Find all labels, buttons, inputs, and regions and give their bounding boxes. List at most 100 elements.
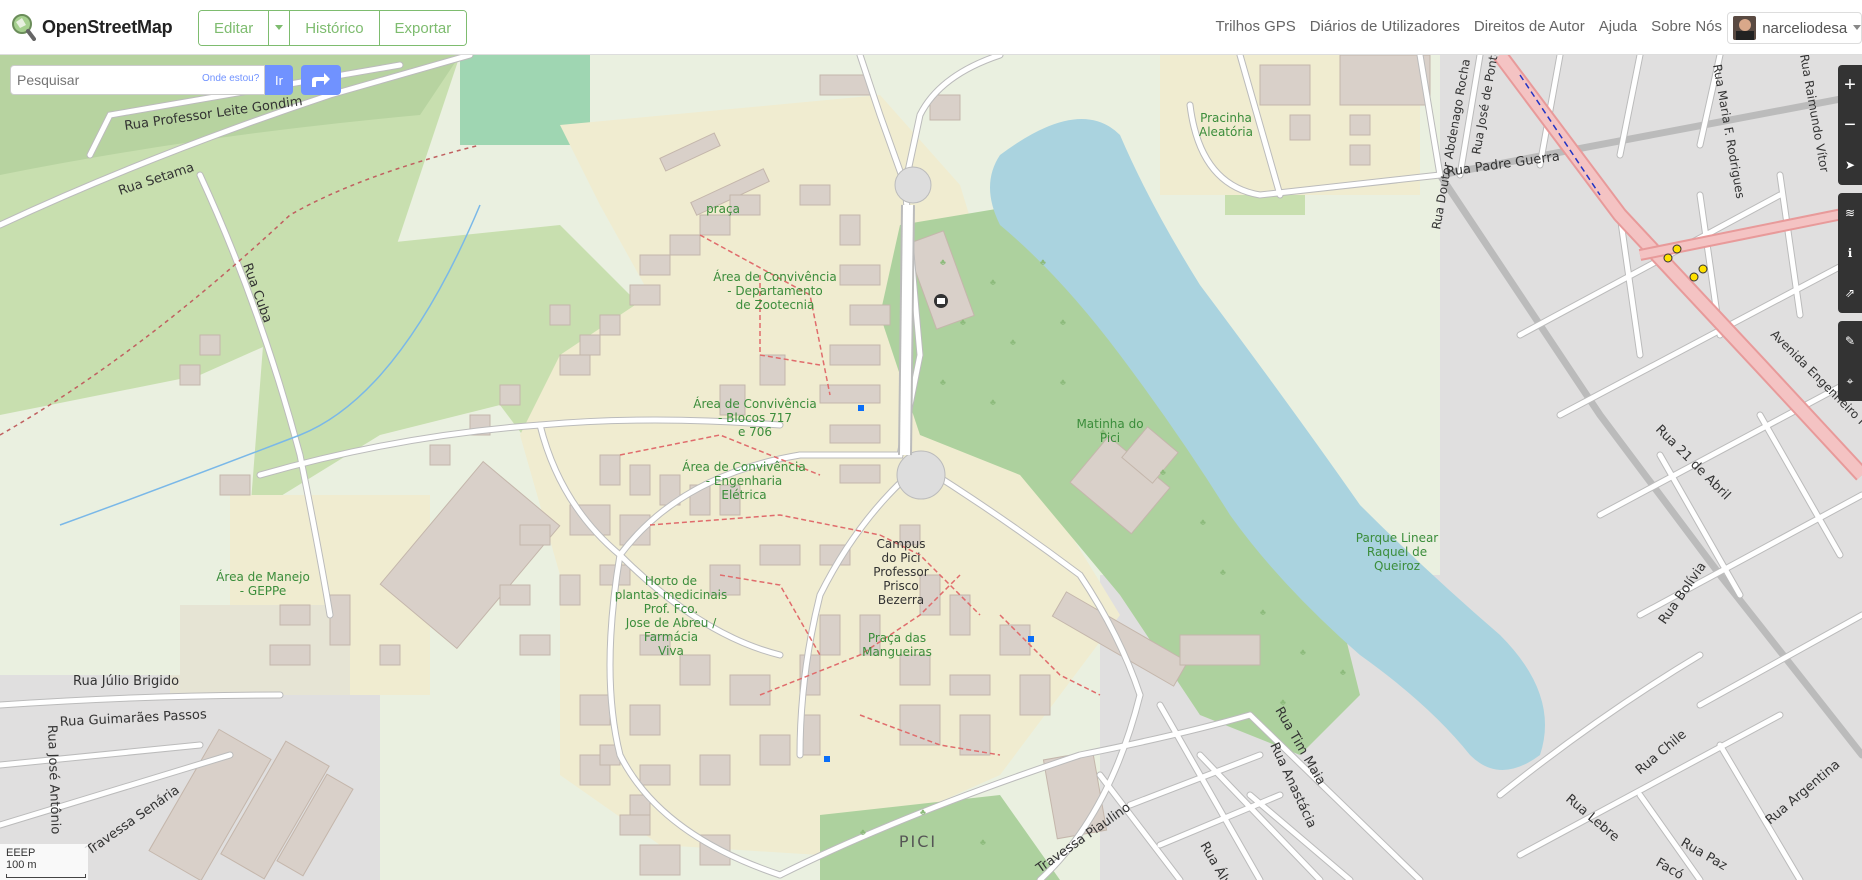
layers-icon: ≋: [1844, 206, 1856, 220]
svg-text:♣: ♣: [960, 317, 966, 327]
scale-top-label: EEEP: [6, 847, 36, 859]
caret-down-icon: [275, 25, 284, 30]
label-campus-3: Professor: [873, 565, 928, 579]
label-mangueiras-2: Mangueiras: [862, 645, 932, 659]
note-icon: ✎: [1844, 334, 1856, 348]
label-campus-1: Campus: [877, 537, 926, 551]
label-blocos-2: - Blocos 717: [718, 411, 792, 425]
label-horto-3: Prof. Fco.: [644, 602, 698, 616]
label-eletrica-2: - Engenharia: [706, 474, 783, 488]
label-matinha-1: Matinha do: [1076, 417, 1143, 431]
svg-text:♣: ♣: [1340, 667, 1346, 677]
top-header: OpenStreetMap Editar Histórico Exportar …: [0, 0, 1862, 55]
label-matinha-2: Pici: [1100, 431, 1120, 445]
label-pici: PICI: [899, 832, 937, 851]
locate-icon: ➤: [1844, 158, 1856, 172]
svg-text:♣: ♣: [1220, 567, 1226, 577]
label-horto-6: Viva: [658, 644, 684, 658]
directions-icon: [312, 73, 330, 87]
label-pracinha-1: Pracinha: [1200, 111, 1252, 125]
zoom-in-button[interactable]: +: [1838, 65, 1862, 105]
label-zootecnia-2: - Departamento: [727, 284, 822, 298]
label-campus-4: Prisco: [883, 579, 918, 593]
plus-icon: +: [1844, 73, 1856, 96]
label-pracinha-2: Aleatória: [1199, 125, 1253, 139]
label-parque-1: Parque Linear: [1356, 531, 1439, 545]
osm-logo-icon: [12, 14, 36, 41]
svg-text:♣: ♣: [1200, 517, 1206, 527]
share-icon: ⇗: [1844, 286, 1856, 300]
edit-button-group: Editar Histórico Exportar: [198, 10, 468, 46]
where-am-i-link[interactable]: Onde estou?: [202, 73, 259, 84]
label-campus-5: Bezerra: [878, 593, 924, 607]
share-button[interactable]: ⇗: [1838, 273, 1862, 313]
map-controls: + − ➤ ≋ ℹ ⇗ ✎ ⌖: [1838, 65, 1862, 409]
caret-down-icon: [1853, 25, 1861, 30]
label-zootecnia-1: Área de Convivência: [713, 269, 836, 284]
svg-text:♣: ♣: [980, 837, 986, 847]
nav-user-diaries[interactable]: Diários de Utilizadores: [1310, 18, 1460, 35]
label-blocos-3: e 706: [738, 425, 772, 439]
map-canvas[interactable]: ♣ ♣ ♣ ♣ ♣ ♣ ♣ ♣ ♣ ♣ ♣ ♣ ♣ ♣ ♣ ♣ ♣ ♣ ♣ ♣ praça Área de…: [0, 55, 1862, 880]
query-icon: ⌖: [1846, 373, 1854, 388]
scale-label: 100 m: [6, 859, 37, 871]
svg-text:♣: ♣: [920, 807, 926, 817]
info-icon: ℹ: [1847, 246, 1853, 260]
svg-text:♣: ♣: [1060, 377, 1066, 387]
directions-button[interactable]: [301, 65, 341, 95]
minus-icon: −: [1844, 113, 1856, 136]
label-blocos-1: Área de Convivência: [693, 396, 816, 411]
secondary-nav: Trilhos GPS Diários de Utilizadores Dire…: [1216, 18, 1723, 35]
label-parque-3: Queiroz: [1374, 559, 1420, 573]
locate-button[interactable]: ➤: [1838, 145, 1862, 185]
map-tiles[interactable]: ♣♣♣ ♣♣♣ ♣♣♣ ♣♣♣ ♣♣♣ ♣♣ ♣♣♣ praça Área de…: [0, 55, 1862, 880]
nav-gps-traces[interactable]: Trilhos GPS: [1216, 18, 1296, 35]
edit-button[interactable]: Editar: [199, 11, 270, 45]
label-manejo-1: Área de Manejo: [216, 569, 310, 584]
label-mangueiras-1: Praça das: [868, 631, 926, 645]
query-button[interactable]: ⌖: [1838, 361, 1862, 401]
svg-text:♣: ♣: [1260, 607, 1266, 617]
nav-about[interactable]: Sobre Nós: [1651, 18, 1722, 35]
nav-help[interactable]: Ajuda: [1599, 18, 1637, 35]
user-menu[interactable]: narceliodesa: [1727, 12, 1862, 44]
zoom-out-button[interactable]: −: [1838, 105, 1862, 145]
label-zootecnia-3: de Zootecnia: [736, 298, 815, 312]
scale-line: [6, 874, 86, 878]
svg-text:♣: ♣: [1040, 257, 1046, 267]
svg-text:♣: ♣: [940, 377, 946, 387]
label-horto-1: Horto de: [645, 574, 697, 588]
label-horto-5: Farmácia: [644, 630, 698, 644]
add-note-button[interactable]: ✎: [1838, 321, 1862, 361]
label-eletrica-1: Área de Convivência: [682, 459, 805, 474]
svg-text:♣: ♣: [990, 397, 996, 407]
label-horto-4: Jose de Abreu /: [625, 616, 717, 630]
nav-copyright[interactable]: Direitos de Autor: [1474, 18, 1585, 35]
export-button[interactable]: Exportar: [379, 11, 467, 45]
username: narceliodesa: [1762, 19, 1848, 37]
label-praca: praça: [706, 202, 740, 216]
label-horto-2: plantas medicinais: [615, 588, 728, 602]
svg-text:♣: ♣: [990, 277, 996, 287]
logo[interactable]: OpenStreetMap: [10, 12, 173, 42]
svg-text:♣: ♣: [1010, 337, 1016, 347]
label-eletrica-3: Elétrica: [721, 488, 766, 502]
search-go-button[interactable]: Ir: [265, 65, 293, 95]
street-julio-brigido: Rua Júlio Brigido: [73, 674, 179, 689]
logo-text: OpenStreetMap: [42, 16, 173, 37]
scale-bar: EEEP 100 m: [0, 844, 88, 880]
edit-dropdown-caret[interactable]: [269, 11, 291, 45]
history-button[interactable]: Histórico: [290, 11, 380, 45]
svg-text:♣: ♣: [860, 827, 866, 837]
svg-text:♣: ♣: [1160, 467, 1166, 477]
label-campus-2: do Pici: [881, 551, 920, 565]
label-parque-2: Raquel de: [1367, 545, 1427, 559]
layers-button[interactable]: ≋: [1838, 193, 1862, 233]
label-manejo-2: - GEPPe: [240, 584, 286, 598]
svg-text:♣: ♣: [940, 257, 946, 267]
search-bar: Onde estou? Ir: [10, 65, 341, 95]
svg-text:♣: ♣: [1300, 647, 1306, 657]
avatar: [1733, 16, 1757, 40]
svg-text:♣: ♣: [1060, 317, 1066, 327]
legend-button[interactable]: ℹ: [1838, 233, 1862, 273]
